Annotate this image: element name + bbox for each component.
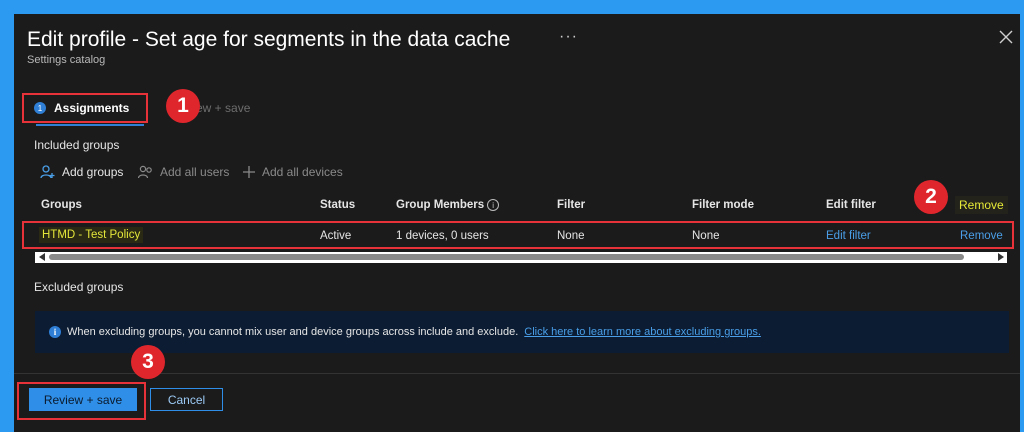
column-header-group-members: Group Members i	[396, 199, 500, 212]
excluded-groups-info-bar: i When excluding groups, you cannot mix …	[35, 311, 1009, 353]
column-header-groups: Groups	[41, 199, 82, 211]
column-header-filter: Filter	[557, 199, 586, 211]
info-text: When excluding groups, you cannot mix us…	[67, 326, 519, 338]
review-save-button[interactable]: Review + save	[29, 388, 137, 411]
learn-more-link[interactable]: Click here to learn more about excluding…	[524, 326, 761, 338]
page-title: Edit profile - Set age for segments in t…	[27, 28, 511, 51]
footer-divider	[14, 373, 1020, 374]
close-icon[interactable]	[998, 29, 1014, 45]
included-groups-title: Included groups	[34, 138, 120, 152]
add-all-users-label: Add all users	[160, 165, 230, 179]
tab-assignments-label: Assignments	[54, 101, 130, 115]
status-cell: Active	[320, 230, 352, 242]
filter-cell: None	[557, 230, 585, 242]
tab-assignments[interactable]: 1 Assignments	[22, 93, 148, 123]
plus-icon	[243, 166, 255, 178]
tab-review-save[interactable]: ew + save	[196, 101, 250, 115]
add-all-devices-button[interactable]: Add all devices	[242, 165, 343, 179]
group-name-cell: HTMD - Test Policy	[39, 227, 144, 243]
active-tab-indicator	[36, 124, 144, 126]
users-icon	[138, 165, 152, 179]
more-options-button[interactable]: ···	[559, 28, 578, 46]
scrollbar-thumb[interactable]	[49, 254, 964, 260]
callout-badge-2: 2	[914, 180, 948, 214]
group-members-header-label: Group Members	[396, 199, 485, 212]
scroll-right-arrow-icon[interactable]	[998, 253, 1004, 261]
remove-link[interactable]: Remove	[960, 230, 1003, 242]
excluded-groups-title: Excluded groups	[34, 280, 124, 294]
edit-profile-panel: Edit profile - Set age for segments in t…	[14, 14, 1020, 432]
callout-badge-1: 1	[166, 89, 200, 123]
scroll-left-arrow-icon[interactable]	[39, 253, 45, 261]
add-all-devices-label: Add all devices	[262, 165, 343, 179]
column-header-status: Status	[320, 199, 356, 211]
add-groups-label: Add groups	[62, 165, 124, 179]
filter-mode-cell: None	[692, 230, 720, 242]
add-user-icon	[40, 165, 55, 179]
info-icon[interactable]: i	[487, 199, 500, 211]
column-header-edit-filter: Edit filter	[826, 199, 876, 211]
cancel-button[interactable]: Cancel	[150, 388, 223, 411]
column-header-filter-mode: Filter mode	[692, 199, 754, 211]
step-number-badge: 1	[34, 102, 46, 114]
callout-badge-3: 3	[131, 345, 165, 379]
add-groups-button[interactable]: Add groups	[40, 165, 123, 179]
info-icon: i	[49, 326, 61, 338]
group-members-cell: 1 devices, 0 users	[396, 230, 489, 242]
page-subtitle: Settings catalog	[27, 54, 106, 66]
column-header-remove: Remove	[955, 196, 1008, 214]
add-all-users-button[interactable]: Add all users	[138, 165, 229, 179]
edit-filter-link[interactable]: Edit filter	[826, 230, 871, 242]
